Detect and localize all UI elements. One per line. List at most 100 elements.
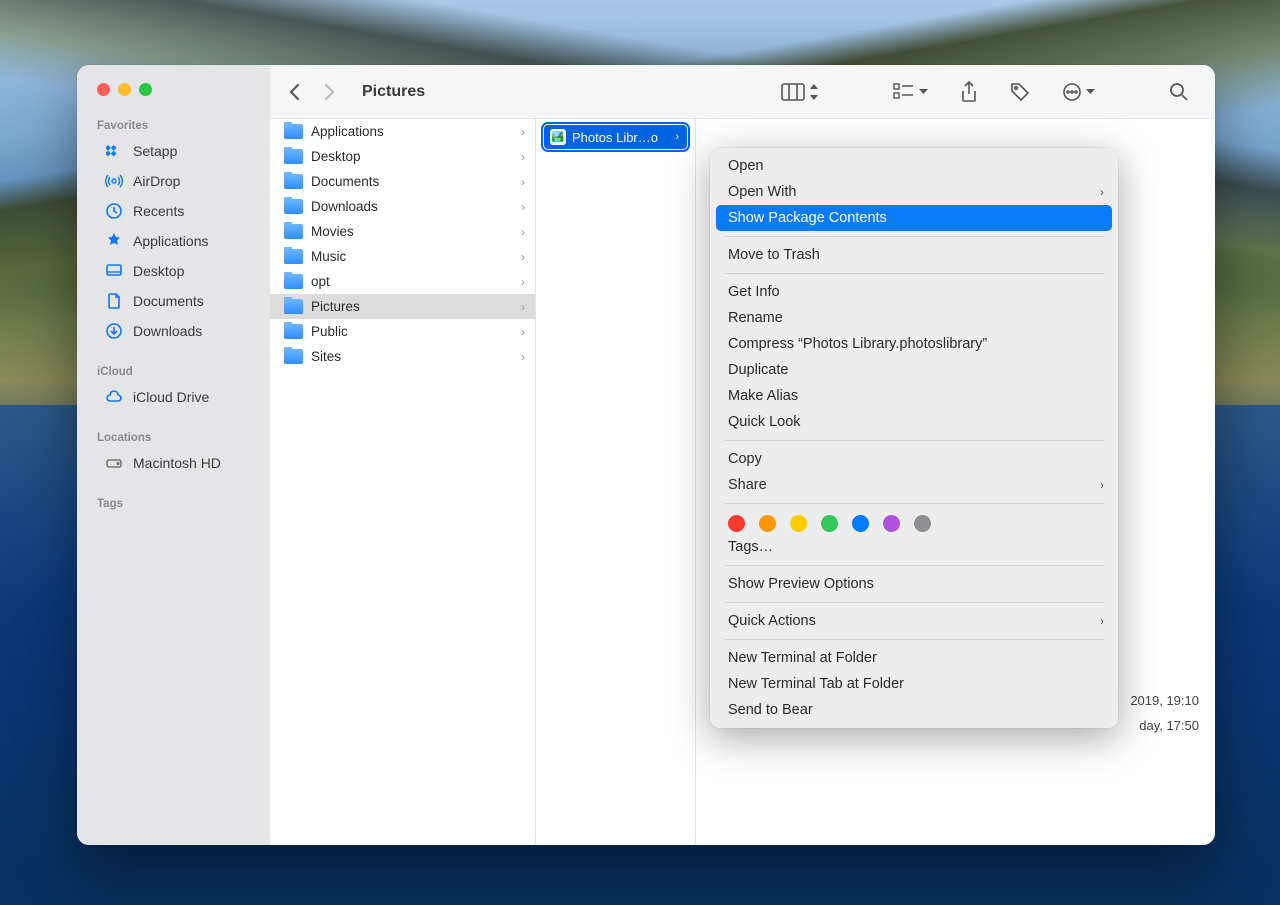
column-item-pictures[interactable]: Pictures› <box>270 294 535 319</box>
search-button[interactable] <box>1161 78 1197 106</box>
chevron-down-icon <box>919 89 928 95</box>
tag-color-af52de[interactable] <box>883 515 900 532</box>
menu-item-open[interactable]: Open <box>710 153 1118 179</box>
photos-library-icon: 🏞️ <box>550 129 566 145</box>
chevron-right-icon: › <box>521 150 525 164</box>
sidebar-item-macintosh-hd[interactable]: Macintosh HD <box>85 448 262 478</box>
back-button[interactable] <box>288 82 301 102</box>
sidebar-item-icloud-drive[interactable]: iCloud Drive <box>85 382 262 412</box>
menu-item-rename[interactable]: Rename <box>710 305 1118 331</box>
menu-separator <box>724 273 1104 274</box>
column-item-label: Downloads <box>311 199 378 214</box>
menu-item-send-to-bear[interactable]: Send to Bear <box>710 697 1118 723</box>
sidebar-label: Setapp <box>133 143 177 159</box>
menu-item-label: Open With <box>728 184 797 200</box>
share-button[interactable] <box>952 77 986 107</box>
context-menu: OpenOpen With›Show Package Contents Move … <box>710 148 1118 728</box>
menu-item-show-package-contents[interactable]: Show Package Contents <box>716 205 1112 231</box>
sidebar-label: Applications <box>133 233 209 249</box>
desktop-icon <box>105 262 123 280</box>
forward-button[interactable] <box>323 82 336 102</box>
menu-separator <box>724 503 1104 504</box>
menu-item-open-with[interactable]: Open With› <box>710 179 1118 205</box>
sidebar-section-icloud: iCloud iCloud Drive <box>77 360 270 412</box>
folder-icon <box>284 124 303 139</box>
close-button[interactable] <box>97 83 110 96</box>
group-by-button[interactable] <box>885 79 936 105</box>
sidebar-section-locations: Locations Macintosh HD <box>77 426 270 478</box>
tags-button[interactable] <box>1002 78 1038 106</box>
chevron-right-icon: › <box>521 350 525 364</box>
menu-item-tags[interactable]: Tags… <box>710 534 1118 560</box>
folder-icon <box>284 349 303 364</box>
tag-color-34c759[interactable] <box>821 515 838 532</box>
file-label: Photos Libr…o <box>572 130 658 145</box>
menu-item-label: Send to Bear <box>728 702 813 718</box>
file-photos-library[interactable]: 🏞️ Photos Libr…o › <box>544 125 687 149</box>
menu-item-quick-look[interactable]: Quick Look <box>710 409 1118 435</box>
window-title: Pictures <box>362 83 425 101</box>
menu-item-label: New Terminal Tab at Folder <box>728 676 904 692</box>
column-item-desktop[interactable]: Desktop› <box>270 144 535 169</box>
column-item-sites[interactable]: Sites › <box>270 344 535 369</box>
minimize-button[interactable] <box>118 83 131 96</box>
menu-item-new-terminal-at-folder[interactable]: New Terminal at Folder <box>710 645 1118 671</box>
column-item-label: Sites <box>311 349 341 364</box>
folder-icon <box>284 274 303 289</box>
column-item-music[interactable]: Music› <box>270 244 535 269</box>
menu-separator <box>724 440 1104 441</box>
menu-item-copy[interactable]: Copy <box>710 446 1118 472</box>
sidebar-item-setapp[interactable]: Setapp <box>85 136 262 166</box>
toolbar: Pictures <box>270 65 1215 119</box>
menu-separator <box>724 236 1104 237</box>
sidebar-section-title: Tags <box>77 492 270 514</box>
column-item-applications[interactable]: Applications› <box>270 119 535 144</box>
sidebar-item-recents[interactable]: Recents <box>85 196 262 226</box>
preview-modified: day, 17:50 <box>1130 714 1199 739</box>
tag-color-row <box>710 509 1118 534</box>
menu-item-label: Copy <box>728 451 762 467</box>
view-columns-button[interactable] <box>773 79 827 105</box>
folder-icon <box>284 299 303 314</box>
folder-icon <box>284 224 303 239</box>
sidebar-label: Macintosh HD <box>133 455 221 471</box>
menu-item-make-alias[interactable]: Make Alias <box>710 383 1118 409</box>
tag-color-ff3b30[interactable] <box>728 515 745 532</box>
menu-item-show-preview-options[interactable]: Show Preview Options <box>710 571 1118 597</box>
folder-icon <box>284 324 303 339</box>
menu-item-get-info[interactable]: Get Info <box>710 279 1118 305</box>
more-button[interactable] <box>1054 78 1103 106</box>
column-item-downloads[interactable]: Downloads› <box>270 194 535 219</box>
documents-icon <box>105 292 123 310</box>
sidebar-item-desktop[interactable]: Desktop <box>85 256 262 286</box>
menu-item-label: Duplicate <box>728 362 788 378</box>
sidebar-label: Documents <box>133 293 204 309</box>
menu-item-label: Move to Trash <box>728 247 820 263</box>
tag-color-ff9500[interactable] <box>759 515 776 532</box>
menu-item-share[interactable]: Share› <box>710 472 1118 498</box>
chevron-right-icon: › <box>521 175 525 189</box>
chevron-down-icon <box>1086 89 1095 95</box>
sidebar-label: AirDrop <box>133 173 180 189</box>
sidebar-item-applications[interactable]: Applications <box>85 226 262 256</box>
sidebar-section-favorites: Favorites Setapp AirDrop Recents Applica… <box>77 114 270 346</box>
menu-separator <box>724 602 1104 603</box>
fullscreen-button[interactable] <box>139 83 152 96</box>
tag-color-ffcc00[interactable] <box>790 515 807 532</box>
menu-item-move-to-trash[interactable]: Move to Trash <box>710 242 1118 268</box>
sidebar-label: Desktop <box>133 263 184 279</box>
menu-item-duplicate[interactable]: Duplicate <box>710 357 1118 383</box>
tag-color-007aff[interactable] <box>852 515 869 532</box>
tag-color-8e8e93[interactable] <box>914 515 931 532</box>
menu-item-compress-photos-library-photoslibrary[interactable]: Compress “Photos Library.photoslibrary” <box>710 331 1118 357</box>
column-item-movies[interactable]: Movies› <box>270 219 535 244</box>
menu-item-new-terminal-tab-at-folder[interactable]: New Terminal Tab at Folder <box>710 671 1118 697</box>
column-item-documents[interactable]: Documents› <box>270 169 535 194</box>
column-item-public[interactable]: Public› <box>270 319 535 344</box>
sidebar-item-airdrop[interactable]: AirDrop <box>85 166 262 196</box>
column-item-opt[interactable]: opt› <box>270 269 535 294</box>
menu-item-quick-actions[interactable]: Quick Actions› <box>710 608 1118 634</box>
sidebar-item-documents[interactable]: Documents <box>85 286 262 316</box>
column-pictures: 🏞️ Photos Libr…o › <box>536 119 696 845</box>
sidebar-item-downloads[interactable]: Downloads <box>85 316 262 346</box>
